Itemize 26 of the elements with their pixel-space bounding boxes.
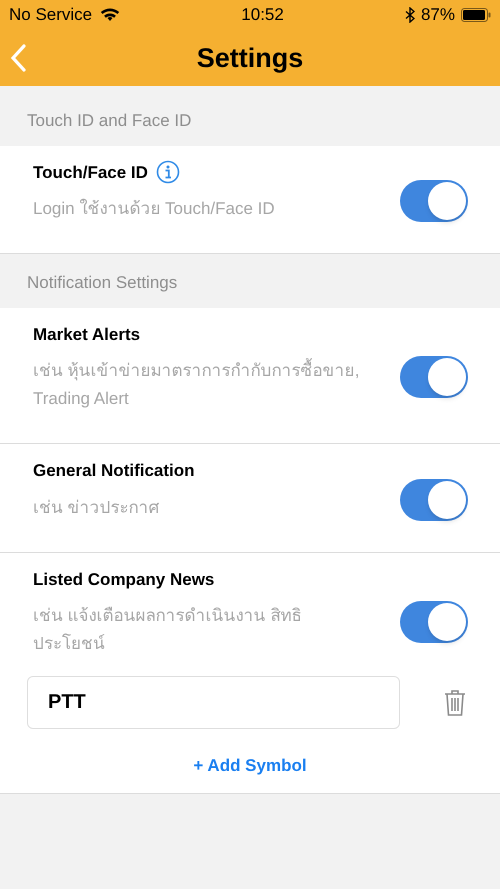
section-header: Touch ID and Face ID bbox=[26, 110, 192, 132]
setting-description: เช่น แจ้งเตือนผลการดำเนินงาน สิทธิประโยชน์ bbox=[33, 605, 302, 655]
info-icon[interactable] bbox=[156, 160, 180, 184]
toggle-switch[interactable] bbox=[400, 478, 468, 521]
setting-description: เช่น ข่าวประกาศ bbox=[33, 496, 161, 518]
back-chevron-icon bbox=[10, 44, 26, 72]
setting-description: เช่น หุ้นเข้าข่ายมาตราการกำกับการซื้อขาย, Trading Alert bbox=[33, 357, 373, 413]
clock-text: 10:52 bbox=[241, 4, 284, 26]
section-header: Notification Settings bbox=[26, 272, 178, 294]
trash-button[interactable] bbox=[444, 688, 466, 716]
battery-icon bbox=[461, 8, 491, 22]
page-title: Settings bbox=[196, 42, 304, 75]
toggle-switch[interactable] bbox=[400, 601, 468, 644]
toggle-switch[interactable] bbox=[400, 180, 468, 222]
setting-title: General Notification bbox=[33, 460, 195, 482]
setting-title: Listed Company News bbox=[33, 568, 214, 590]
toggle-switch[interactable] bbox=[400, 356, 468, 398]
wifi-icon bbox=[100, 8, 120, 22]
symbol-field[interactable]: PTT bbox=[27, 676, 400, 729]
bluetooth-icon bbox=[404, 7, 415, 23]
carrier-text: No Service bbox=[9, 4, 92, 26]
setting-title: Touch/Face ID bbox=[33, 162, 148, 184]
setting-title: Market Alerts bbox=[33, 324, 140, 346]
setting-description: Login ใช้งานด้วย Touch/Face ID bbox=[33, 198, 276, 220]
battery-percent: 87% bbox=[420, 4, 455, 26]
add-symbol-link[interactable]: + Add Symbol bbox=[193, 753, 307, 778]
